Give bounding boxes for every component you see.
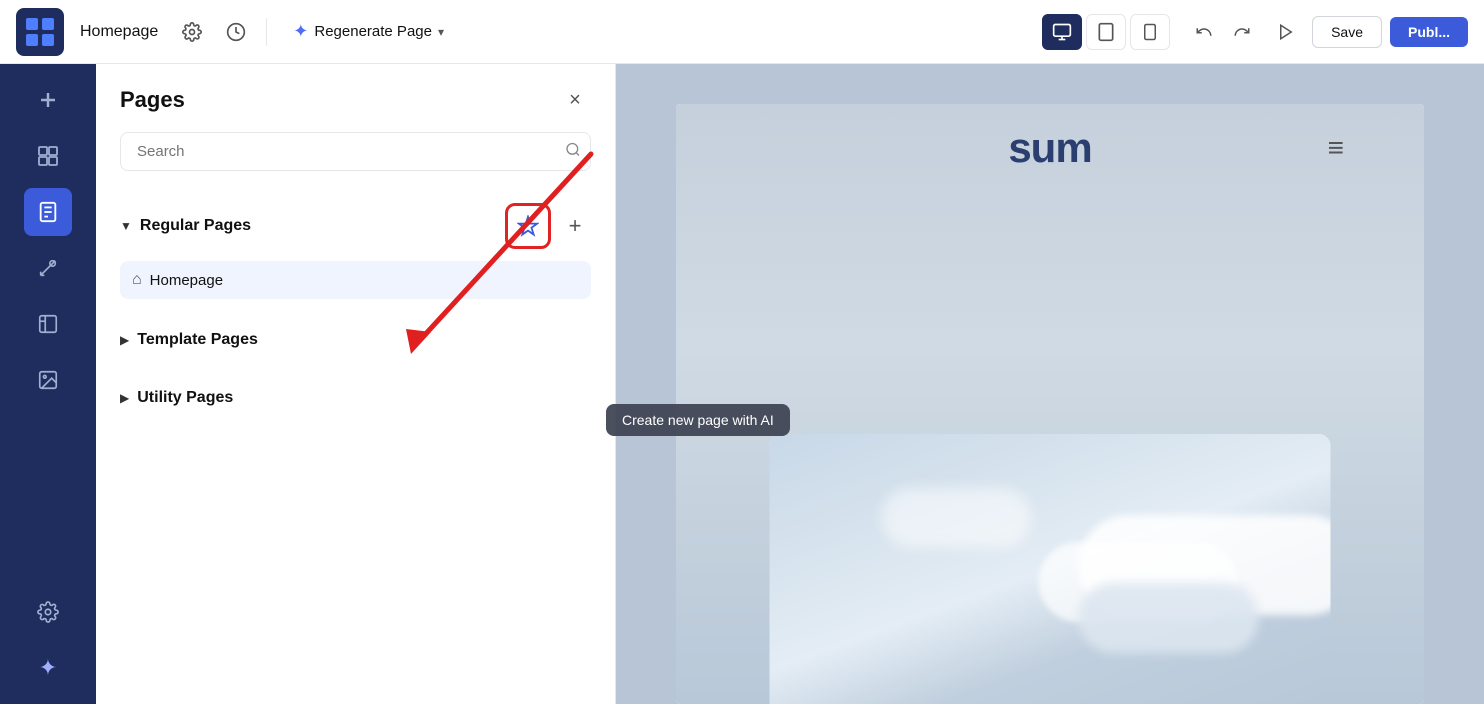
page-name: Homepage	[80, 23, 158, 41]
regular-pages-chevron[interactable]: ▼	[120, 219, 132, 233]
utility-pages-section: ▶ Utility Pages	[96, 369, 615, 427]
canvas-inner: sum ≡	[676, 104, 1424, 704]
canvas-area: sum ≡	[616, 64, 1484, 704]
template-pages-section: ▶ Template Pages	[96, 311, 615, 369]
undo-button[interactable]	[1186, 14, 1222, 50]
sidebar-item-layout[interactable]	[24, 300, 72, 348]
ai-create-page-button[interactable]	[505, 203, 551, 249]
canvas-logo: sum	[1008, 124, 1091, 172]
pages-panel: Pages × ▼ Regular Pages + ⌂ Homepage	[96, 64, 616, 704]
template-pages-header[interactable]: ▶ Template Pages	[120, 319, 591, 361]
regenerate-page-button[interactable]: ✦ Regenerate Page ▾	[279, 15, 458, 48]
undo-redo-group	[1186, 14, 1260, 50]
tablet-view-button[interactable]	[1086, 14, 1126, 50]
view-mode-buttons	[1042, 14, 1170, 50]
sidebar-item-settings[interactable]	[24, 588, 72, 636]
desktop-view-button[interactable]	[1042, 14, 1082, 50]
add-page-button[interactable]: +	[559, 210, 591, 242]
cloud-shape-4	[882, 488, 1032, 548]
utility-pages-title: Utility Pages	[137, 389, 233, 407]
sidebar-item-add[interactable]	[24, 76, 72, 124]
app-logo	[16, 8, 64, 56]
regenerate-label: Regenerate Page	[314, 23, 432, 40]
preview-button[interactable]	[1268, 14, 1304, 50]
cloud-shape-3	[1078, 583, 1258, 653]
history-icon-button[interactable]	[218, 14, 254, 50]
redo-button[interactable]	[1224, 14, 1260, 50]
canvas-content: sum ≡	[676, 104, 1424, 704]
sidebar-item-widgets[interactable]	[24, 132, 72, 180]
template-pages-title: Template Pages	[137, 331, 258, 349]
home-icon: ⌂	[132, 271, 142, 289]
template-pages-chevron: ▶	[120, 333, 129, 347]
regular-pages-header: ▼ Regular Pages +	[120, 195, 591, 257]
canvas-hamburger: ≡	[1328, 134, 1344, 162]
search-icon-button[interactable]	[565, 141, 581, 162]
main-area: ✦ Pages × ▼ Regular Pages + ⌂	[0, 64, 1484, 704]
sidebar-item-pages[interactable]	[24, 188, 72, 236]
search-container	[120, 132, 591, 171]
sparkle-icon: ✦	[293, 21, 308, 42]
pages-panel-header: Pages ×	[96, 64, 615, 132]
save-button[interactable]: Save	[1312, 16, 1382, 48]
settings-icon-button[interactable]	[174, 14, 210, 50]
left-sidebar: ✦	[0, 64, 96, 704]
regular-pages-section: ▼ Regular Pages + ⌂ Homepage	[96, 187, 615, 311]
sidebar-item-design[interactable]	[24, 244, 72, 292]
canvas-cloud-image	[770, 434, 1331, 704]
topbar-divider	[266, 18, 267, 46]
page-item-homepage[interactable]: ⌂ Homepage	[120, 261, 591, 299]
close-pages-panel-button[interactable]: ×	[559, 84, 591, 116]
utility-pages-header[interactable]: ▶ Utility Pages	[120, 377, 591, 419]
sidebar-item-image[interactable]	[24, 356, 72, 404]
chevron-down-icon: ▾	[438, 25, 444, 39]
utility-pages-chevron: ▶	[120, 391, 129, 405]
canvas-card	[770, 434, 1331, 704]
publish-button[interactable]: Publ...	[1390, 17, 1468, 47]
topbar: Homepage ✦ Regenerate Page ▾ Save Publ..…	[0, 0, 1484, 64]
sidebar-item-ai[interactable]: ✦	[24, 644, 72, 692]
regular-pages-title: Regular Pages	[140, 217, 497, 235]
search-input[interactable]	[120, 132, 591, 171]
mobile-view-button[interactable]	[1130, 14, 1170, 50]
pages-panel-title: Pages	[120, 87, 185, 113]
canvas-nav: sum ≡	[676, 124, 1424, 172]
page-item-label: Homepage	[150, 272, 223, 289]
